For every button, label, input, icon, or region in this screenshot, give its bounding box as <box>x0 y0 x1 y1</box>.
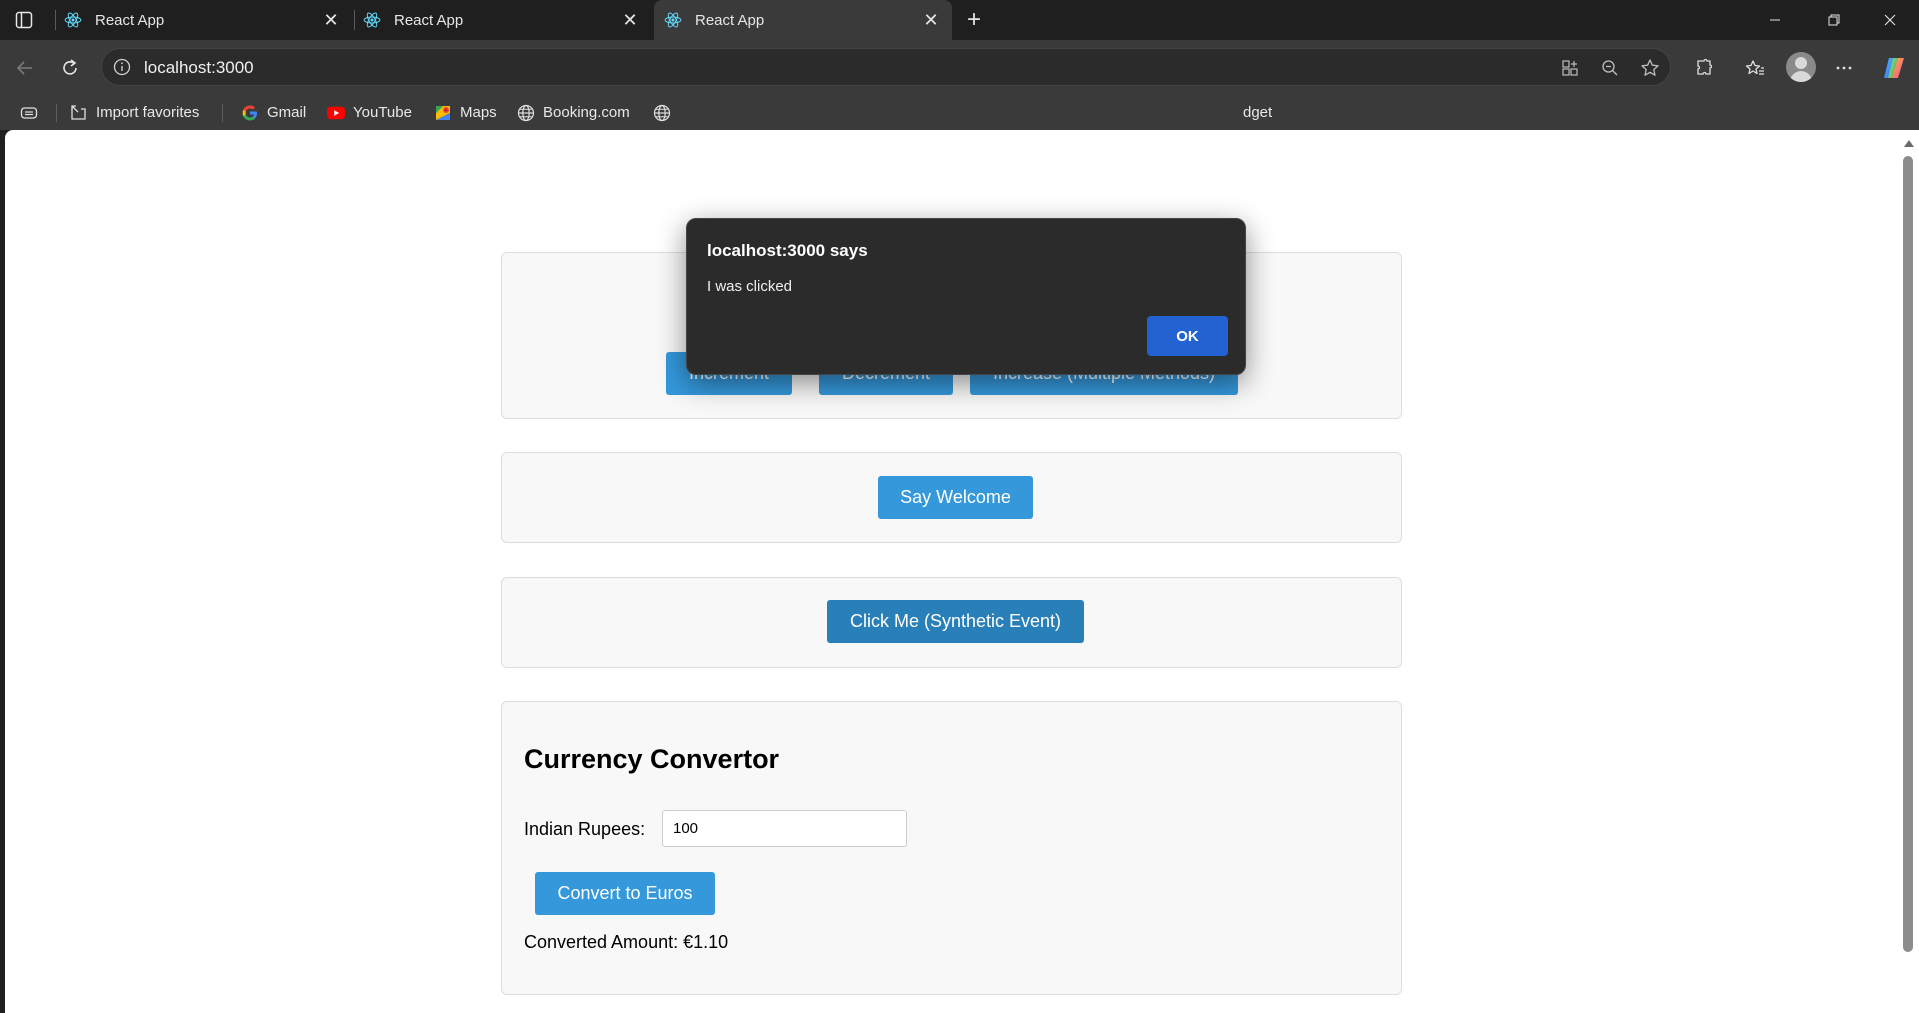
favorites-bar: Import favorites Gmail YouTube Maps Book… <box>0 95 1919 130</box>
tab-3-active[interactable]: React App ✕ <box>654 0 952 40</box>
favorite-globe[interactable] <box>653 95 679 130</box>
page-viewport: Counter: 2 Increment Decrement Increase … <box>5 130 1898 1013</box>
synthetic-event-card: Click Me (Synthetic Event) <box>501 577 1402 668</box>
dialog-ok-button[interactable]: OK <box>1147 316 1228 356</box>
tab-1[interactable]: React App ✕ <box>64 0 352 40</box>
favorite-label: dget <box>1243 104 1273 121</box>
reading-view-icon[interactable] <box>20 95 38 130</box>
converted-amount: Converted Amount: €1.10 <box>524 932 729 952</box>
rupees-input[interactable] <box>662 810 907 847</box>
site-info-icon[interactable] <box>112 57 132 77</box>
favorites-separator <box>56 104 57 122</box>
globe-icon <box>517 104 535 122</box>
currency-title: Currency Convertor <box>524 744 780 774</box>
favorite-label: Gmail <box>267 104 307 121</box>
copilot-icon[interactable] <box>1880 54 1908 82</box>
favorite-maps[interactable]: Maps <box>434 95 497 130</box>
alert-dialog: localhost:3000 says I was clicked OK <box>686 218 1246 375</box>
dialog-title: localhost:3000 says <box>707 241 868 260</box>
favorite-label: Import favorites <box>96 104 200 121</box>
tab-actions-icon[interactable] <box>13 9 35 31</box>
maps-icon <box>434 104 452 122</box>
favorite-label: Maps <box>460 104 497 121</box>
tab-title: React App <box>394 11 464 29</box>
extensions-icon[interactable] <box>1690 54 1718 82</box>
reload-icon[interactable] <box>56 54 84 82</box>
tab-title: React App <box>95 11 165 29</box>
favorites-icon[interactable] <box>1741 54 1769 82</box>
favorite-import-favorites[interactable]: Import favorites <box>70 95 199 130</box>
youtube-icon <box>327 104 345 122</box>
new-tab-icon[interactable]: + <box>961 6 987 33</box>
convert-to-euros-button[interactable]: Convert to Euros <box>535 872 715 915</box>
import-favorites-icon <box>70 104 88 122</box>
currency-converter-card: Currency Convertor Indian Rupees: Conver… <box>501 701 1402 995</box>
react-icon <box>664 11 682 29</box>
back-arrow-icon[interactable] <box>11 54 39 82</box>
gmail-icon <box>241 104 259 122</box>
address-bar[interactable]: localhost:3000 <box>101 48 1671 86</box>
favorite-label: Booking.com <box>543 104 630 121</box>
favorite-booking[interactable]: Booking.com <box>517 95 630 130</box>
profile-avatar[interactable] <box>1786 52 1816 82</box>
favorite-star-icon[interactable] <box>1639 57 1661 79</box>
scroll-up-arrow-icon[interactable] <box>1904 140 1914 147</box>
url-text[interactable]: localhost:3000 <box>144 58 254 78</box>
close-icon[interactable]: ✕ <box>320 9 342 31</box>
scrollbar-thumb[interactable] <box>1903 156 1913 952</box>
zoom-out-icon[interactable] <box>1599 57 1621 79</box>
app-available-icon[interactable] <box>1559 57 1581 79</box>
browser-toolbar: localhost:3000 <box>0 40 1919 95</box>
synthetic-event-button[interactable]: Click Me (Synthetic Event) <box>827 600 1084 643</box>
window-close-icon[interactable] <box>1866 0 1914 40</box>
say-welcome-button[interactable]: Say Welcome <box>878 476 1033 519</box>
dialog-message: I was clicked <box>707 278 793 295</box>
minimize-icon[interactable] <box>1751 0 1799 40</box>
favorite-gmail[interactable]: Gmail <box>241 95 306 130</box>
restore-icon[interactable] <box>1810 0 1858 40</box>
more-options-icon[interactable] <box>1830 54 1858 82</box>
react-icon <box>363 11 381 29</box>
tab-2[interactable]: React App ✕ <box>363 0 651 40</box>
close-icon[interactable]: ✕ <box>920 9 942 31</box>
favorites-separator <box>222 104 223 122</box>
welcome-card: Say Welcome <box>501 452 1402 543</box>
tab-strip: React App ✕ React App ✕ React App ✕ + <box>0 0 1919 40</box>
react-icon <box>64 11 82 29</box>
favorite-youtube[interactable]: YouTube <box>327 95 412 130</box>
close-icon[interactable]: ✕ <box>619 9 641 31</box>
globe-icon <box>653 104 671 122</box>
favorite-label: YouTube <box>353 104 412 121</box>
tab-separator <box>55 10 56 30</box>
page-scrollbar[interactable] <box>1898 130 1919 1013</box>
rupees-label: Indian Rupees: <box>524 819 646 839</box>
favorite-widget[interactable]: dget <box>1243 95 1272 130</box>
tab-separator <box>354 10 355 30</box>
tab-title: React App <box>695 11 765 29</box>
